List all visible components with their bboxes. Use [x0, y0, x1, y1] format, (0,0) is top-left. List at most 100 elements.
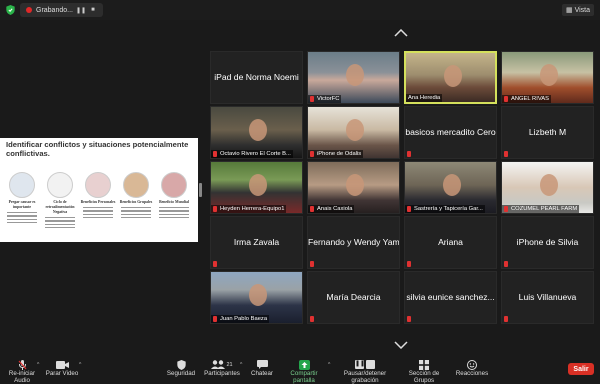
chat-icon	[256, 360, 268, 369]
recording-button[interactable]: ❚❚ Pausar/detener grabación	[334, 359, 396, 384]
participant-tile[interactable]: COZUMEL PEARL FARM	[501, 161, 594, 214]
chevron-down-icon[interactable]	[394, 341, 408, 349]
participant-name-label: VictorFC	[308, 95, 342, 103]
participants-count: 21	[226, 361, 233, 368]
participant-tile[interactable]: basicos mercadito Cero	[404, 106, 497, 159]
participant-status	[502, 260, 512, 268]
slide-item: Beneficios Grupales	[118, 172, 154, 220]
muted-mic-icon	[310, 96, 314, 102]
participant-tile[interactable]: Juan Pablo Baeza	[210, 271, 303, 324]
share-screen-button[interactable]: Compartir pantalla	[280, 359, 328, 384]
participant-tile[interactable]: Ariana	[404, 216, 497, 269]
participant-name: VictorFC	[317, 96, 340, 102]
participant-tile[interactable]: VictorFC	[307, 51, 400, 104]
chat-button[interactable]: Chatear	[248, 359, 276, 377]
muted-mic-icon	[504, 96, 508, 102]
face-shape	[540, 174, 558, 196]
participant-tile[interactable]: Fernando y Wendy Yam	[307, 216, 400, 269]
pause-recording-icon[interactable]: ❚❚	[76, 6, 86, 14]
unmute-button[interactable]: Re-iniciar Audio	[2, 359, 42, 384]
muted-mic-icon	[504, 261, 508, 267]
video-button[interactable]: Parar Video	[45, 359, 79, 377]
muted-mic-icon	[407, 206, 411, 212]
participant-tile[interactable]: Sastrería y Tapicería Gar...	[404, 161, 497, 214]
participant-name-label: Sastrería y Tapicería Gar...	[405, 205, 485, 213]
slide-item-caption: Ciclo de retroalimentación Negativa	[45, 200, 75, 214]
reactions-button[interactable]: Reacciones	[452, 359, 492, 377]
participant-name: Heyden Herrera-Equipo1	[220, 206, 285, 212]
participant-tile[interactable]: Anais Caxiola	[307, 161, 400, 214]
recording-label: Grabando...	[36, 6, 73, 14]
face-shape	[346, 174, 364, 196]
participant-name: Juan Pablo Baeza	[220, 316, 268, 322]
caret-up-icon[interactable]: ^	[79, 362, 81, 368]
participant-tile[interactable]: Ana Heredia	[404, 51, 497, 104]
participant-name-label: Ana Heredia	[406, 94, 443, 102]
participant-name-label: iPhone de Odalis	[308, 150, 364, 158]
security-button[interactable]: Seguridad	[165, 359, 197, 377]
slide-title: Identificar conflictos y situaciones pot…	[6, 140, 189, 158]
slide-item: Beneficio Mundial	[156, 172, 192, 220]
shared-screen: Identificar conflictos y situaciones pot…	[0, 138, 198, 242]
participant-name: Sastrería y Tapicería Gar...	[414, 206, 483, 212]
muted-mic-icon	[213, 261, 217, 267]
share-screen-label: Compartir pantalla	[290, 370, 318, 384]
chat-label: Chatear	[250, 370, 273, 377]
shield-icon[interactable]	[6, 5, 15, 15]
participant-name: Ariana	[438, 237, 463, 247]
participant-tile[interactable]: Luis Villanueva	[501, 271, 594, 324]
participant-status	[405, 150, 415, 158]
participant-name: ANGEL RIVAS	[511, 96, 550, 102]
participant-tile[interactable]: Heyden Herrera-Equipo1	[210, 161, 303, 214]
shield-icon	[176, 359, 186, 370]
caret-up-icon[interactable]: ^	[37, 362, 39, 368]
breakout-rooms-button[interactable]: Sección de Grupos	[400, 359, 448, 384]
muted-mic-icon	[504, 151, 508, 157]
view-button[interactable]: ▦ Vista	[561, 4, 594, 16]
caret-up-icon[interactable]: ^	[328, 362, 330, 368]
reactions-label: Reacciones	[455, 370, 489, 377]
participant-name-label: Anais Caxiola	[308, 205, 355, 213]
participant-tile[interactable]: Lizbeth M	[501, 106, 594, 159]
muted-mic-icon	[407, 261, 411, 267]
participant-tile[interactable]: silvia eunice sanchez...	[404, 271, 497, 324]
participant-status	[211, 260, 221, 268]
participant-tile[interactable]: Irma Zavala	[210, 216, 303, 269]
face-shape	[249, 119, 267, 141]
breakout-rooms-icon	[419, 359, 429, 370]
participant-name: iPad de Norma Noemi	[214, 72, 299, 82]
security-label: Seguridad	[166, 370, 196, 377]
face-shape	[346, 64, 364, 86]
participant-name-label: ANGEL RIVAS	[502, 95, 552, 103]
participant-name: COZUMEL PEARL FARM	[511, 206, 578, 212]
participant-tile[interactable]: Octavio Rivero El Corte B...	[210, 106, 303, 159]
face-shape	[249, 174, 267, 196]
slide-item: Ciclo de retroalimentación Negativa	[42, 172, 78, 230]
participant-tile[interactable]: iPhone de Odalis	[307, 106, 400, 159]
smiley-icon	[467, 359, 477, 370]
participant-name-label: Octavio Rivero El Corte B...	[211, 150, 293, 158]
stop-recording-icon[interactable]: ■	[89, 6, 97, 14]
participants-button[interactable]: 21 Participantes	[204, 359, 240, 377]
caret-up-icon[interactable]: ^	[240, 362, 242, 368]
unmute-label: Re-iniciar Audio	[8, 370, 36, 384]
chevron-up-icon[interactable]	[394, 29, 408, 37]
participant-tile[interactable]: iPhone de Silvia	[501, 216, 594, 269]
share-screen-icon	[298, 359, 310, 370]
participant-name: Lizbeth M	[528, 127, 567, 137]
slide-item-caption: Pregar causar es importante	[8, 200, 36, 209]
participant-tile[interactable]: iPad de Norma Noemi	[210, 51, 303, 104]
participant-name-label: Juan Pablo Baeza	[211, 315, 270, 323]
video-camera-icon	[55, 360, 69, 369]
participant-name: Fernando y Wendy Yam	[308, 237, 400, 247]
resize-handle[interactable]	[199, 183, 202, 197]
slide-item-caption: Beneficio Mundial	[159, 200, 189, 204]
participants-label: Participantes	[204, 370, 240, 377]
participant-name: iPhone de Silvia	[516, 237, 579, 247]
participant-tile[interactable]: ANGEL RIVAS	[501, 51, 594, 104]
participant-tile[interactable]: María Dearcia	[307, 271, 400, 324]
participant-name: silvia eunice sanchez...	[406, 292, 495, 302]
participant-status	[308, 315, 318, 323]
face-shape	[444, 65, 462, 87]
leave-button[interactable]: Salir	[568, 363, 594, 375]
